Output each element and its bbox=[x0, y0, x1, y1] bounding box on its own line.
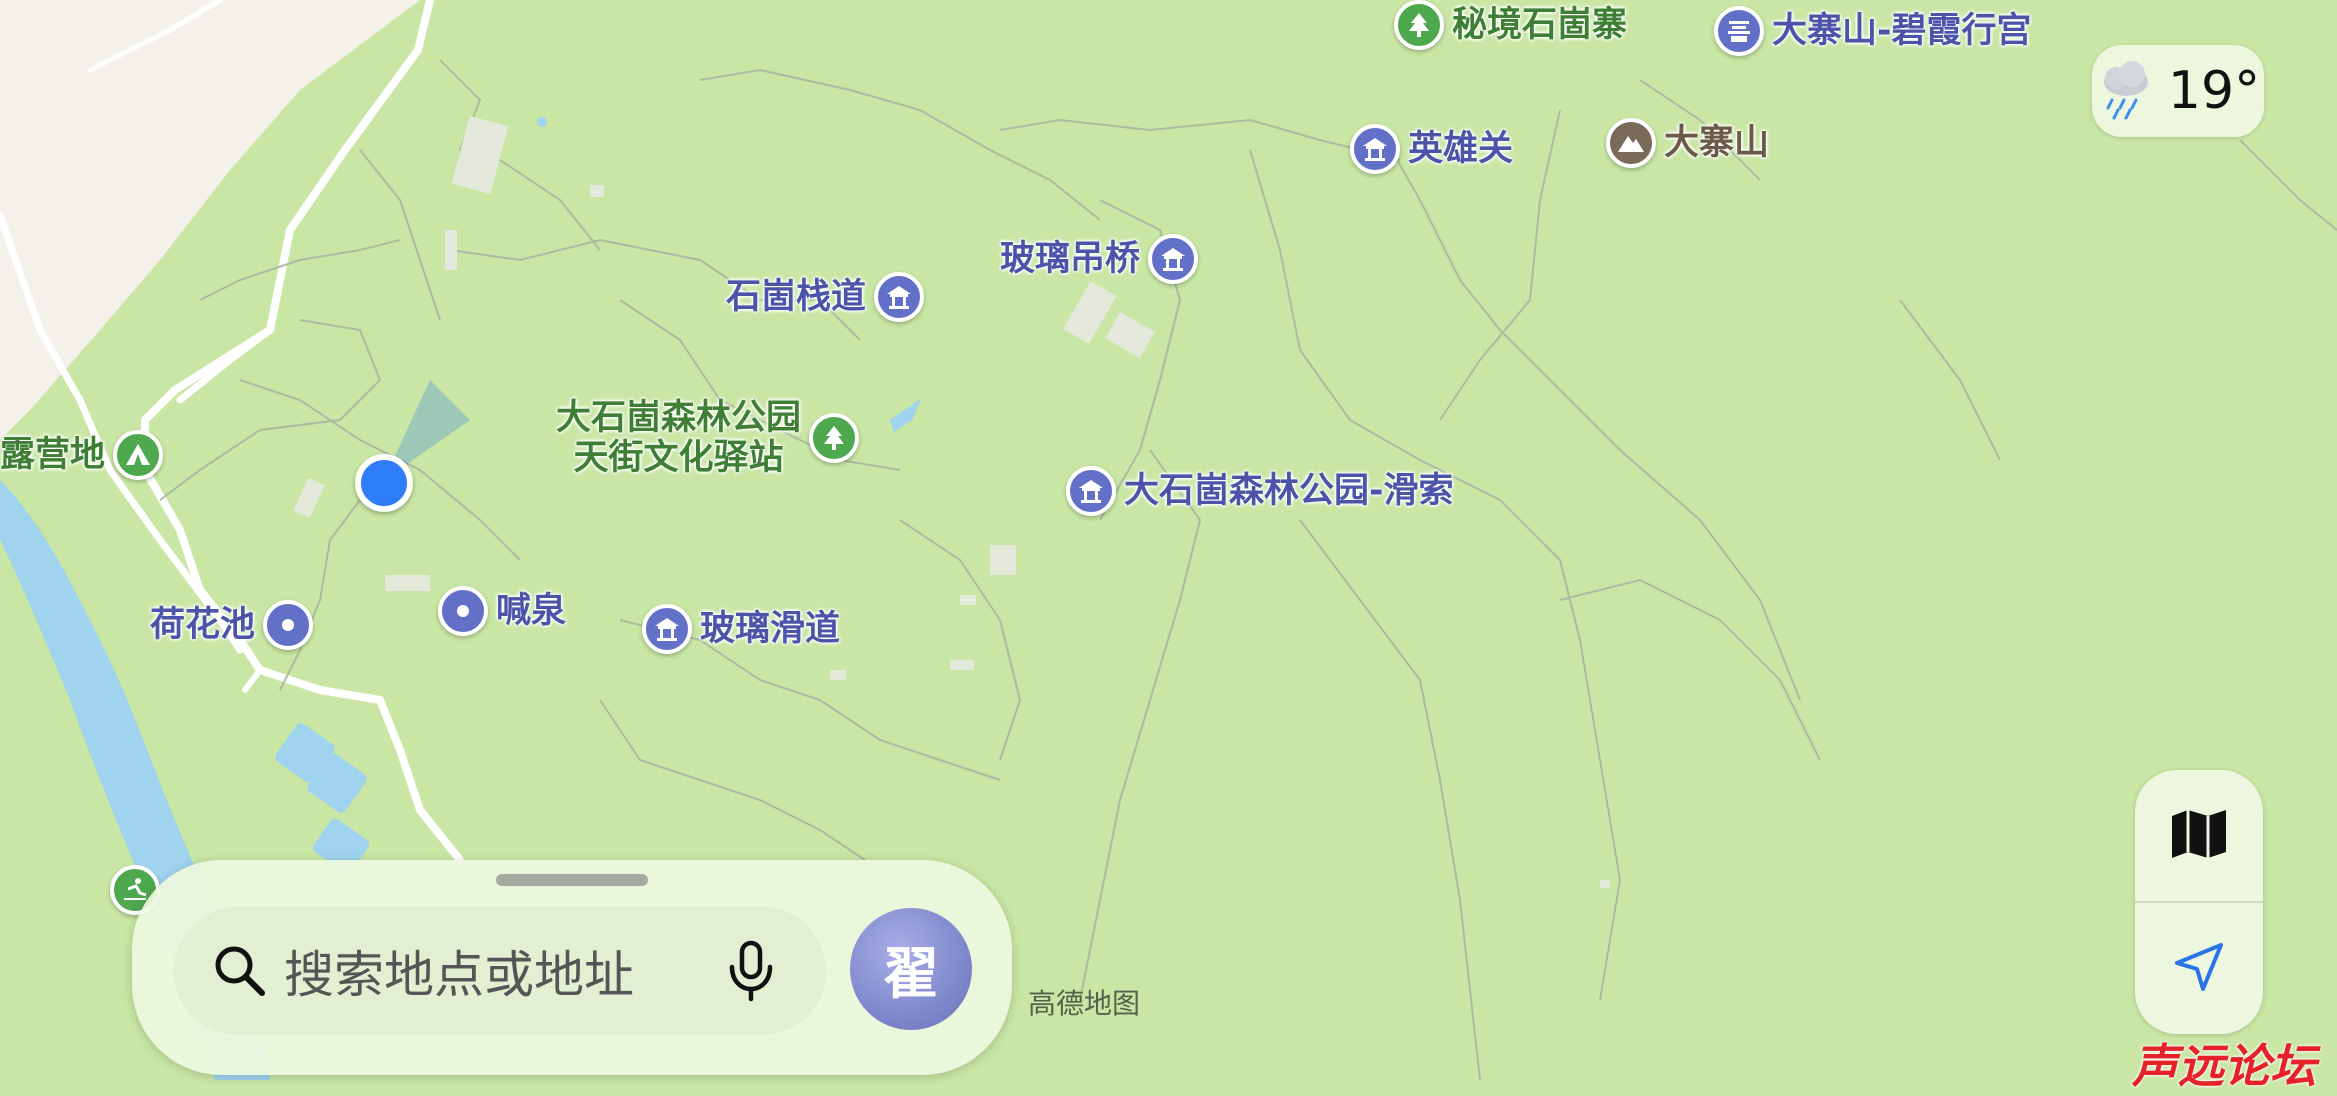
poi-label: 大石崮森林公园-滑索 bbox=[1124, 470, 1454, 511]
search-panel[interactable]: 搜索地点或地址 翟 bbox=[132, 860, 1012, 1075]
poi-label: 大寨山 bbox=[1664, 122, 1770, 163]
poi-label: 大石崮森林公园 天街文化驿站 bbox=[556, 398, 802, 479]
location-arrow-icon bbox=[2173, 941, 2225, 997]
poi-yingxiongguan[interactable]: 英雄关 bbox=[1350, 124, 1513, 174]
poi-dazhaishan-bixia[interactable]: 大寨山-碧霞行宫 bbox=[1714, 6, 2032, 56]
poi-label: 喊泉 bbox=[496, 590, 567, 631]
pavilion-icon bbox=[642, 604, 692, 654]
temple-icon bbox=[1714, 6, 1764, 56]
rain-cloud-icon bbox=[2096, 56, 2162, 126]
avatar[interactable]: 翟 bbox=[850, 908, 972, 1030]
pavilion-icon bbox=[1148, 234, 1199, 284]
tree-icon bbox=[809, 413, 860, 464]
poi-mijing[interactable]: 秘境石崮寨 bbox=[1394, 0, 1627, 50]
locate-button[interactable] bbox=[2135, 903, 2263, 1034]
map-controls bbox=[2135, 770, 2263, 1034]
poi-hanquan[interactable]: 喊泉 bbox=[438, 586, 566, 636]
user-location-dot[interactable] bbox=[355, 454, 413, 512]
pavilion-icon bbox=[1066, 466, 1116, 516]
watermark: 声远论坛 bbox=[2132, 1039, 2316, 1093]
poi-shigu-zhandao[interactable]: 石崮栈道 bbox=[726, 272, 925, 322]
poi-tianjie-yizhan[interactable]: 大石崮森林公园 天街文化驿站 bbox=[556, 398, 860, 479]
poi-hehuachi[interactable]: 荷花池 bbox=[150, 600, 314, 650]
temperature: 19° bbox=[2167, 61, 2261, 121]
poi-label: 荷花池 bbox=[150, 604, 256, 645]
poi-huasuo[interactable]: 大石崮森林公园-滑索 bbox=[1066, 466, 1454, 516]
poi-label: 秘境石崮寨 bbox=[1452, 4, 1628, 45]
poi-label: 玻璃滑道 bbox=[700, 608, 841, 649]
search-input[interactable]: 搜索地点或地址 bbox=[284, 935, 724, 1007]
dot-icon bbox=[438, 586, 488, 636]
mountain-icon bbox=[1606, 118, 1656, 168]
pavilion-icon bbox=[1350, 124, 1400, 174]
poi-boli-huadao[interactable]: 玻璃滑道 bbox=[642, 604, 840, 654]
panel-grabber[interactable] bbox=[496, 874, 648, 886]
poi-dazhaishan[interactable]: 大寨山 bbox=[1606, 118, 1769, 168]
poi-label: 石崮栈道 bbox=[726, 276, 867, 317]
poi-label: 大寨山-碧霞行宫 bbox=[1772, 10, 2032, 51]
tree-icon bbox=[1394, 0, 1444, 50]
search-bar[interactable]: 搜索地点或地址 bbox=[174, 907, 826, 1035]
dot-icon bbox=[263, 600, 314, 650]
map-attribution: 高德地图 bbox=[1028, 987, 1141, 1020]
poi-label: 英雄关 bbox=[1408, 128, 1514, 169]
pavilion-icon bbox=[874, 272, 925, 322]
tent-icon bbox=[113, 430, 164, 480]
map-mode-button[interactable] bbox=[2135, 770, 2263, 901]
microphone-icon[interactable] bbox=[724, 939, 778, 1003]
map-icon bbox=[2170, 808, 2228, 864]
poi-boli-diaoqiao[interactable]: 玻璃吊桥 bbox=[1000, 234, 1199, 284]
weather-widget[interactable]: 19° bbox=[2092, 45, 2264, 137]
poi-label: 玻璃吊桥 bbox=[1000, 238, 1141, 279]
search-icon bbox=[210, 941, 270, 1001]
poi-label: 露营地 bbox=[0, 434, 106, 475]
poi-luyingdi[interactable]: 露营地 bbox=[0, 430, 164, 480]
